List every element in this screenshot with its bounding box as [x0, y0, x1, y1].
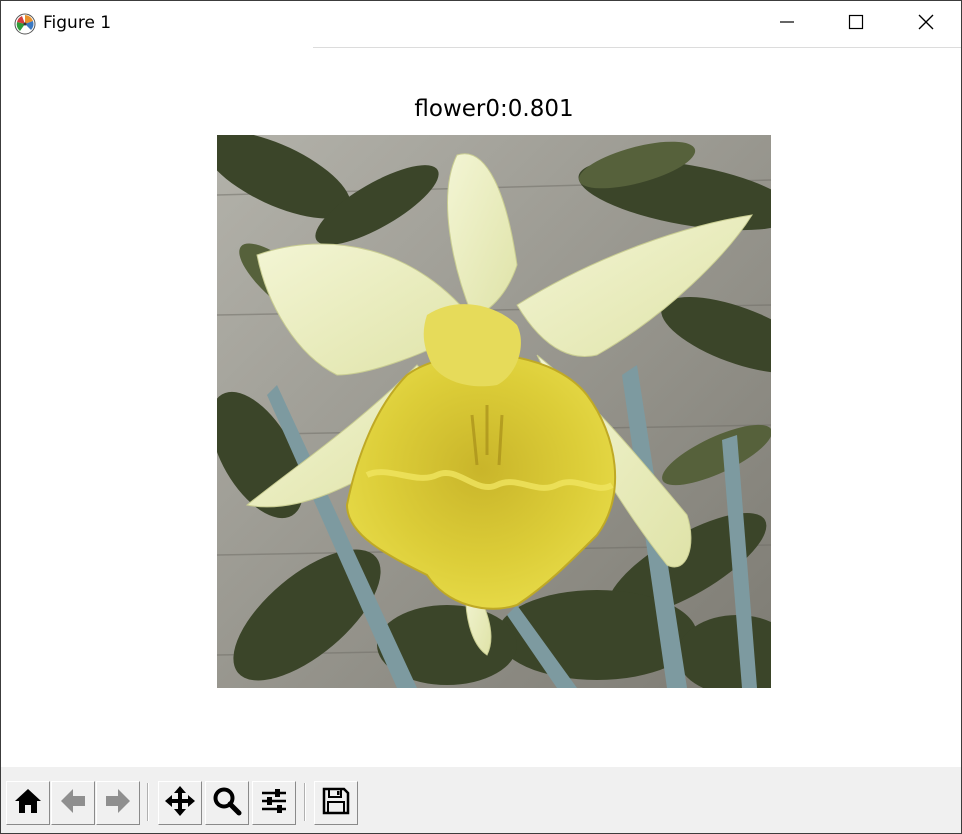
- toolbar-separator: [304, 783, 306, 821]
- window-title: Figure 1: [43, 13, 112, 33]
- title-bar-divider: [313, 47, 961, 48]
- minimize-icon: [779, 14, 795, 34]
- close-icon: [917, 13, 935, 35]
- maximize-icon: [848, 14, 864, 34]
- matplotlib-logo-icon: [14, 13, 36, 35]
- navigation-toolbar: [1, 767, 961, 833]
- floppy-disk-icon: [321, 786, 351, 820]
- forward-button[interactable]: [96, 781, 140, 825]
- home-button[interactable]: [6, 781, 50, 825]
- title-bar[interactable]: Figure 1: [1, 1, 961, 47]
- maximize-button[interactable]: [821, 1, 891, 47]
- toolbar-separator: [147, 783, 149, 821]
- daffodil-photo: [217, 135, 771, 688]
- sliders-icon: [259, 786, 289, 820]
- figure-title: flower0:0.801: [414, 96, 574, 122]
- arrow-left-icon: [58, 786, 88, 820]
- back-button[interactable]: [51, 781, 95, 825]
- save-button[interactable]: [314, 781, 358, 825]
- home-icon: [13, 786, 43, 820]
- zoom-button[interactable]: [205, 781, 249, 825]
- magnifier-icon: [212, 786, 242, 820]
- configure-subplots-button[interactable]: [252, 781, 296, 825]
- close-button[interactable]: [891, 1, 961, 47]
- move-icon: [164, 785, 196, 821]
- arrow-right-icon: [103, 786, 133, 820]
- pan-button[interactable]: [158, 781, 202, 825]
- minimize-button[interactable]: [752, 1, 822, 47]
- figure-window: Figure 1 flower0:0.801: [0, 0, 962, 834]
